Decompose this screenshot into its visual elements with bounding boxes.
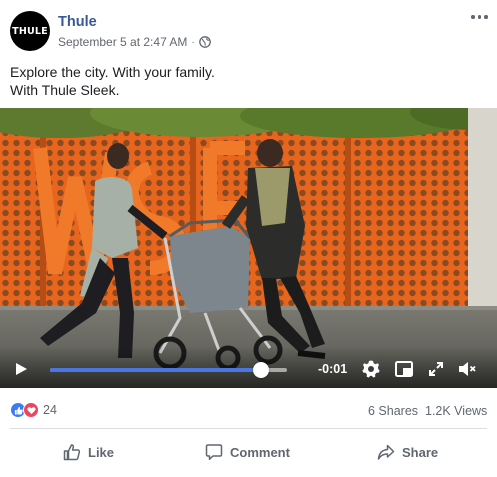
settings-icon[interactable]	[361, 359, 381, 379]
fullscreen-icon[interactable]	[426, 359, 446, 379]
page-avatar[interactable]: THULE	[10, 11, 50, 51]
comment-icon	[205, 444, 223, 460]
page-name-link[interactable]: Thule	[58, 14, 97, 30]
comment-label: Comment	[230, 444, 290, 460]
share-icon	[377, 444, 395, 460]
divider	[10, 428, 487, 429]
post-stats: 24 6 Shares 1.2K Views	[0, 396, 497, 424]
love-icon	[23, 402, 39, 418]
meta-separator: ·	[191, 36, 195, 48]
reactions-count[interactable]: 24	[43, 403, 57, 417]
post-text-line-2: With Thule Sleek.	[10, 82, 120, 98]
share-button[interactable]: Share	[377, 436, 438, 468]
video-player[interactable]: -0:01	[0, 108, 497, 388]
time-remaining: -0:01	[318, 362, 348, 376]
play-icon[interactable]	[14, 362, 28, 376]
avatar-logo-text: THULE	[12, 25, 48, 37]
comment-button[interactable]: Comment	[205, 436, 290, 468]
post-header: THULE Thule September 5 at 2:47 AM ·	[0, 0, 497, 60]
shares-count[interactable]: 6 Shares	[368, 404, 418, 418]
video-controls: -0:01	[0, 346, 497, 388]
post-text: Explore the city. With your family. With…	[10, 63, 215, 99]
mute-icon[interactable]	[457, 359, 477, 379]
thumbs-up-icon	[63, 444, 81, 461]
progress-scrubber-handle[interactable]	[252, 362, 269, 378]
post-actions: Like Comment Share	[0, 436, 497, 468]
picture-in-picture-icon[interactable]	[394, 359, 414, 379]
post-text-line-1: Explore the city. With your family.	[10, 64, 215, 80]
share-label: Share	[402, 444, 439, 460]
like-label: Like	[88, 444, 115, 460]
like-button[interactable]: Like	[63, 436, 114, 468]
progress-bar[interactable]	[50, 362, 287, 378]
more-options-icon[interactable]	[471, 12, 489, 22]
globe-icon[interactable]	[198, 36, 211, 48]
post-meta: September 5 at 2:47 AM ·	[58, 35, 211, 49]
post-timestamp[interactable]: September 5 at 2:47 AM	[58, 35, 187, 49]
reactions-summary[interactable]: 24	[10, 402, 57, 418]
views-count: 1.2K Views	[425, 404, 488, 418]
progress-bar-fill	[50, 368, 261, 372]
